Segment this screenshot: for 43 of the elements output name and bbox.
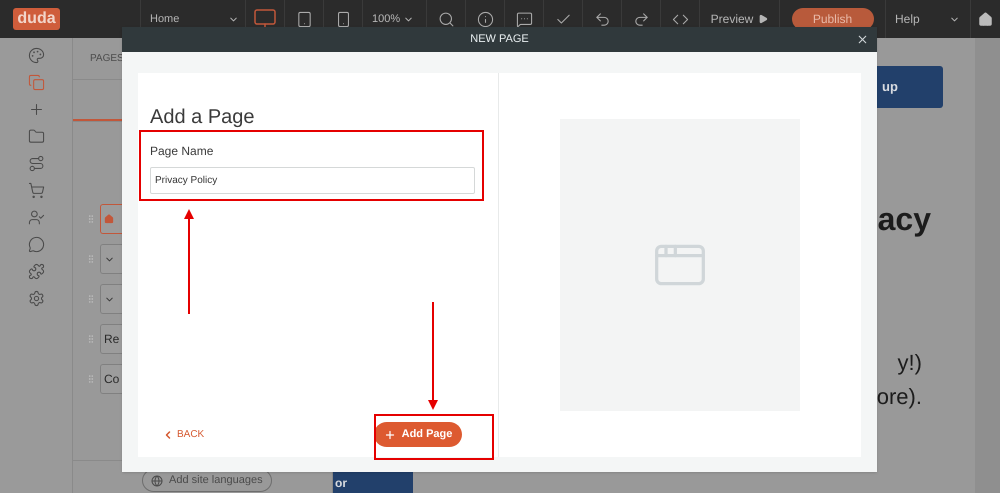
banner: or [333,470,413,493]
logo[interactable]: duda [13,8,60,30]
field-label: Page Name [150,143,214,160]
undo-icon[interactable] [594,10,610,28]
folder-icon[interactable] [28,128,44,145]
page-item[interactable]: Re [100,324,123,354]
drag-handle-icon[interactable] [86,254,96,264]
page-item[interactable] [100,204,123,234]
drag-handle-icon[interactable] [86,334,96,344]
drag-handle-icon[interactable] [86,374,96,384]
puzzle-icon[interactable] [28,263,44,280]
settings-icon[interactable] [28,290,44,307]
plus-icon [384,428,396,440]
redo-icon[interactable] [632,10,650,28]
body-text: y!) [898,351,922,375]
panel-title: PAGES [90,52,124,66]
close-icon[interactable] [856,33,869,46]
user-icon[interactable] [28,209,44,226]
home-page-icon [104,214,114,224]
home-icon[interactable] [978,12,993,26]
search-icon[interactable] [438,10,454,28]
drag-handle-icon[interactable] [86,214,96,224]
page-item[interactable] [100,284,123,314]
page-heading: acy [878,203,931,235]
comment-icon[interactable] [516,10,532,28]
page-item[interactable] [100,244,123,274]
info-icon[interactable] [476,10,494,28]
play-icon [758,14,768,24]
page-name-field[interactable]: Privacy Policy [150,167,475,194]
dialog-title: NEW PAGE [470,32,529,48]
drag-handle-icon[interactable] [86,294,96,304]
palette-icon[interactable] [28,47,44,64]
globe-icon [151,474,163,486]
page-item[interactable]: Co [100,364,123,394]
route-icon[interactable] [28,155,44,172]
add-page-button[interactable]: Add Page [374,422,462,447]
tablet-view-icon[interactable] [296,10,312,28]
chat-icon[interactable] [28,236,44,253]
back-button[interactable]: BACK [162,427,204,442]
body-text: ore). [876,385,922,409]
cart-icon[interactable] [28,182,44,199]
scrollbar[interactable] [975,38,1000,493]
dialog-heading: Add a Page [150,105,256,130]
